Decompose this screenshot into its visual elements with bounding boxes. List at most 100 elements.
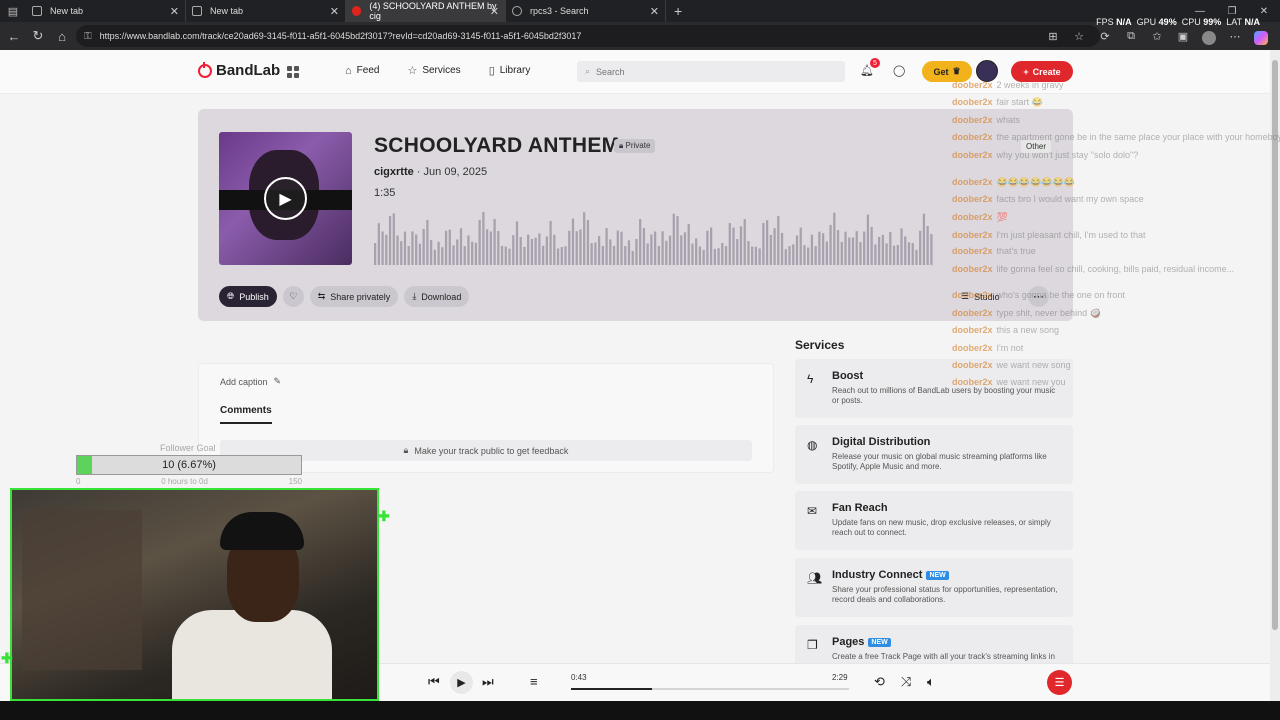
waveform-bar bbox=[810, 234, 814, 265]
waveform-bar bbox=[642, 228, 646, 265]
user-avatar[interactable] bbox=[976, 60, 998, 82]
artist-link[interactable]: cigxrtte bbox=[374, 166, 414, 178]
cpu-value: 99 bbox=[1203, 17, 1214, 27]
extensions-icon[interactable]: ⟳ bbox=[1096, 25, 1114, 47]
percent-sign: % bbox=[1213, 17, 1222, 27]
track-cover-art[interactable]: ▶ bbox=[219, 132, 352, 265]
service-card-fan-reach[interactable]: ✉ Fan Reach Update fans on new music, dr… bbox=[795, 491, 1073, 550]
tab-title: New tab bbox=[50, 6, 84, 16]
back-icon[interactable]: ← bbox=[2, 22, 26, 50]
nav-feed[interactable]: ⌂ Feed bbox=[345, 64, 379, 77]
service-card-industry-connect[interactable]: 👥︎ Industry Connect NEW Share your profes… bbox=[795, 558, 1073, 617]
waveform-bar bbox=[538, 233, 541, 265]
waveform-bar bbox=[840, 241, 843, 265]
play-pause-button[interactable]: ▶ bbox=[450, 671, 473, 694]
add-caption-button[interactable]: Add caption ✎ bbox=[220, 376, 281, 387]
browser-tab[interactable]: New tab ✕ bbox=[26, 0, 186, 22]
previous-icon[interactable]: ⏮ bbox=[428, 674, 440, 690]
nav-library[interactable]: ▯ Library bbox=[489, 64, 531, 77]
publish-button[interactable]: 🌐︎ Publish bbox=[219, 286, 277, 307]
settings-menu-icon[interactable]: ⋯ bbox=[1226, 25, 1244, 47]
split-screen-icon[interactable]: ⧉ bbox=[1122, 25, 1140, 47]
heart-icon: ♡ bbox=[289, 291, 298, 301]
waveform-bar bbox=[769, 234, 772, 265]
browser-tab-active[interactable]: (4) SCHOOLYARD ANTHEM by cig ✕ bbox=[346, 0, 506, 22]
waveform-bar bbox=[661, 231, 664, 265]
waveform-bar bbox=[456, 239, 459, 265]
get-label: Get bbox=[933, 66, 949, 77]
repeat-icon[interactable]: ⟲ bbox=[874, 674, 885, 690]
favorite-star-icon[interactable]: ☆ bbox=[1070, 25, 1088, 47]
chat-username: doober2x bbox=[952, 360, 993, 370]
chat-message: doober2x I'm not bbox=[952, 343, 1023, 353]
bandlab-logo[interactable]: BandLab bbox=[198, 61, 280, 79]
waveform[interactable] bbox=[374, 205, 934, 265]
waveform-bar bbox=[732, 227, 735, 265]
waveform-bar bbox=[433, 249, 436, 265]
chat-username: doober2x bbox=[952, 132, 993, 142]
copilot-icon[interactable] bbox=[1254, 31, 1268, 45]
close-tab-icon[interactable]: ✕ bbox=[170, 5, 179, 18]
site-search[interactable]: ⌕ bbox=[577, 61, 845, 82]
shuffle-icon[interactable]: ⤨ bbox=[901, 674, 911, 690]
waveform-bar bbox=[926, 226, 929, 265]
get-membership-button[interactable]: Get ♛ bbox=[922, 61, 972, 82]
profile-avatar[interactable] bbox=[1202, 31, 1216, 45]
close-tab-icon[interactable]: ✕ bbox=[650, 5, 659, 18]
service-name: Boost bbox=[832, 370, 864, 382]
new-tab-icon[interactable]: + bbox=[674, 3, 682, 19]
waveform-bar bbox=[803, 245, 806, 265]
search-input[interactable] bbox=[596, 66, 817, 77]
site-info-icon[interactable]: ⚿ bbox=[84, 31, 92, 42]
chat-username: doober2x bbox=[952, 308, 993, 318]
service-card-distribution[interactable]: ◍ Digital Distribution Release your musi… bbox=[795, 425, 1073, 484]
seek-bar[interactable] bbox=[571, 688, 849, 690]
create-button[interactable]: + Create bbox=[1011, 61, 1073, 82]
chat-username: doober2x bbox=[952, 212, 993, 222]
waveform-bar bbox=[833, 212, 836, 265]
nav-services[interactable]: ☆ Services bbox=[407, 64, 460, 77]
url-field[interactable]: ⚿ https://www.bandlab.com/track/ce20ad69… bbox=[76, 25, 1100, 47]
publish-label: Publish bbox=[239, 291, 269, 302]
favorites-icon[interactable]: ✩ bbox=[1148, 25, 1166, 47]
waveform-bar bbox=[724, 246, 728, 265]
waveform-bar bbox=[698, 246, 702, 265]
chat-search-icon[interactable]: ◯ bbox=[893, 64, 905, 77]
waveform-bar bbox=[403, 231, 407, 265]
notification-count-badge: 5 bbox=[870, 58, 880, 68]
queue-list-icon[interactable]: ≡ bbox=[530, 674, 538, 689]
browser-tab[interactable]: New tab ✕ bbox=[186, 0, 346, 22]
chat-username: doober2x bbox=[952, 343, 993, 353]
download-button[interactable]: ⤓ Download bbox=[404, 286, 470, 307]
browser-tab[interactable]: rpcs3 - Search ✕ bbox=[506, 0, 666, 22]
service-name: Fan Reach bbox=[832, 502, 888, 514]
scroll-thumb[interactable] bbox=[1272, 60, 1278, 630]
next-icon[interactable]: ⏭ bbox=[482, 674, 494, 690]
close-tab-icon[interactable]: ✕ bbox=[330, 5, 339, 18]
waveform-bar bbox=[844, 231, 847, 265]
tab-comments[interactable]: Comments bbox=[220, 405, 272, 424]
page-icon bbox=[192, 6, 202, 16]
waveform-bar bbox=[851, 237, 855, 265]
apps-grid-icon[interactable] bbox=[287, 66, 299, 78]
waveform-bar bbox=[739, 226, 743, 265]
waveform-bar bbox=[695, 238, 698, 265]
collections-icon[interactable]: ▣ bbox=[1174, 25, 1192, 47]
play-icon[interactable]: ▶ bbox=[264, 177, 307, 220]
volume-icon[interactable]: 🔈︎ bbox=[927, 674, 935, 690]
read-aloud-icon[interactable]: ⊞ bbox=[1044, 25, 1062, 47]
queue-button[interactable]: ☰ bbox=[1047, 670, 1072, 695]
tab-actions-icon[interactable]: ▤ bbox=[0, 0, 26, 22]
chat-message: doober2x 😂😂😂😂😂😂😂 bbox=[952, 177, 1075, 188]
home-browser-icon[interactable]: ⌂ bbox=[50, 22, 74, 50]
waveform-bar bbox=[859, 242, 862, 265]
like-button[interactable]: ♡ bbox=[282, 286, 304, 307]
waveform-bar bbox=[627, 240, 631, 265]
refresh-icon[interactable]: ↻ bbox=[26, 22, 50, 50]
share-privately-button[interactable]: ⇆ Share privately bbox=[309, 286, 399, 307]
chat-text: fair start 😂 bbox=[996, 97, 1043, 107]
new-badge: NEW bbox=[868, 637, 891, 647]
close-tab-icon[interactable]: ✕ bbox=[490, 5, 499, 18]
lock-icon: 🔒︎ bbox=[403, 445, 409, 455]
play-icon: ▶ bbox=[457, 677, 466, 689]
